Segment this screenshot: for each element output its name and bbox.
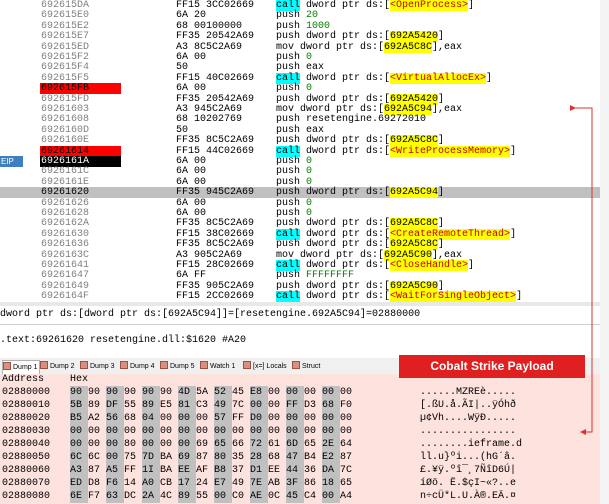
jump-arrow [570, 105, 593, 435]
payload-annotation: Cobalt Strike Payload [399, 355, 585, 378]
